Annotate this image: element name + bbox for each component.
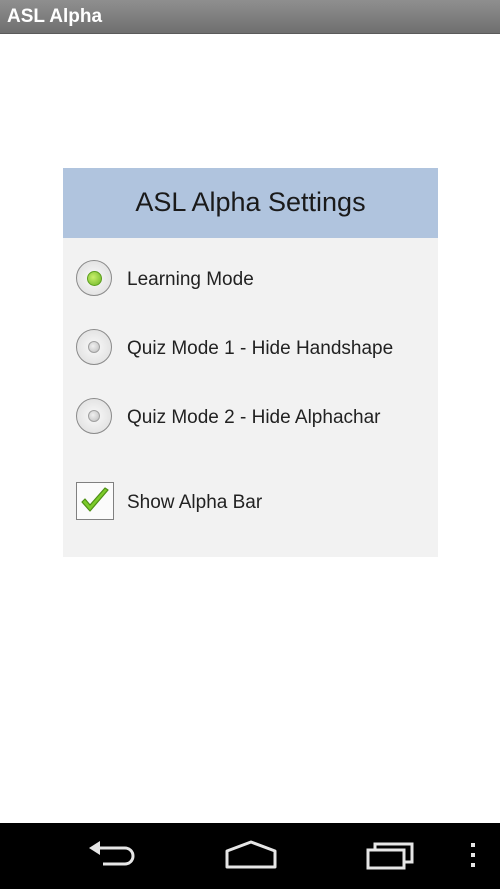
home-button[interactable] (224, 839, 278, 876)
learning-mode-option[interactable]: Learning Mode (76, 260, 426, 300)
back-icon (89, 841, 135, 866)
quiz-mode-1-label: Quiz Mode 1 - Hide Handshape (127, 338, 394, 359)
learning-mode-label: Learning Mode (127, 269, 254, 290)
settings-title: ASL Alpha Settings (135, 187, 366, 217)
show-alpha-bar-checkbox[interactable] (76, 482, 114, 520)
quiz-mode-1-radio[interactable] (76, 329, 112, 365)
quiz-mode-2-label: Quiz Mode 2 - Hide Alphachar (127, 407, 381, 428)
learning-mode-radio[interactable] (76, 260, 112, 296)
back-button[interactable] (85, 839, 139, 876)
radio-dot (88, 410, 100, 422)
settings-dialog: ASL Alpha Settings Learning Mode Quiz Mo… (63, 168, 438, 557)
radio-dot (86, 270, 102, 286)
app-title: ASL Alpha (7, 6, 103, 27)
show-alpha-bar-label: Show Alpha Bar (127, 492, 263, 513)
checkmark-icon (81, 487, 109, 512)
system-nav-bar (0, 823, 500, 889)
settings-header: ASL Alpha Settings (63, 168, 438, 238)
recent-apps-icon (366, 842, 414, 870)
action-bar: ASL Alpha (0, 0, 500, 34)
quiz-mode-2-option[interactable]: Quiz Mode 2 - Hide Alphachar (76, 398, 426, 438)
quiz-mode-2-radio[interactable] (76, 398, 112, 434)
recent-apps-button[interactable] (364, 839, 418, 876)
show-alpha-bar-option[interactable]: Show Alpha Bar (76, 482, 426, 522)
menu-icon (471, 843, 475, 867)
radio-dot (88, 341, 100, 353)
menu-button[interactable] (466, 839, 480, 876)
home-icon (225, 840, 277, 869)
quiz-mode-1-option[interactable]: Quiz Mode 1 - Hide Handshape (76, 329, 426, 369)
